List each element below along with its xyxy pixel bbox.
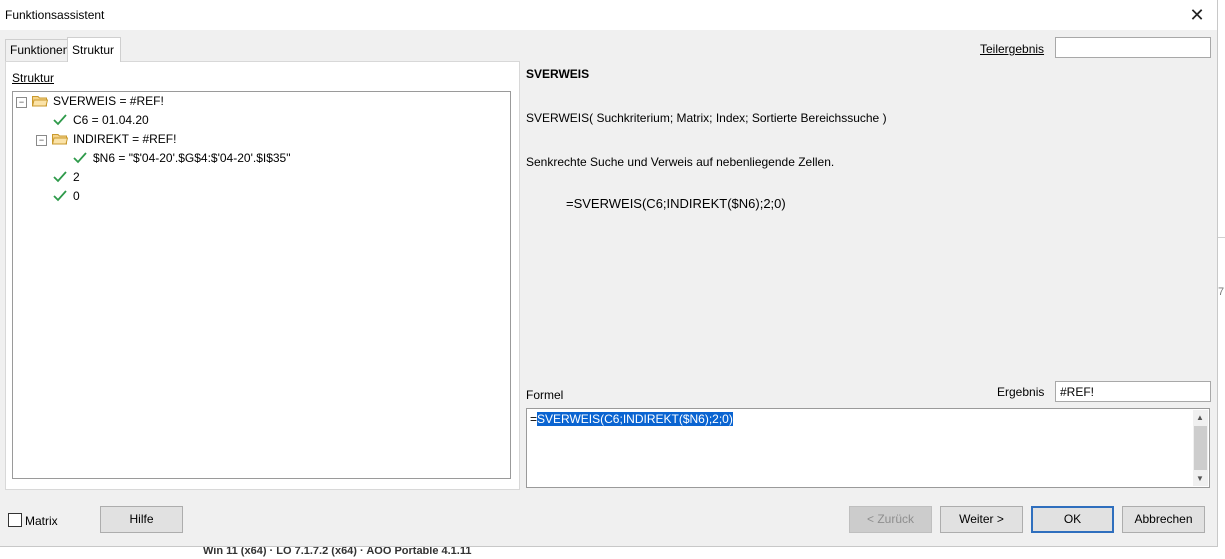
tree-item[interactable]: INDIREKT = #REF! — [73, 130, 176, 148]
ok-button[interactable]: OK — [1031, 506, 1114, 533]
function-wizard-dialog: Funktionsassistent ✕ Funktionen Struktur… — [0, 0, 1218, 547]
abbrechen-button[interactable]: Abbrechen — [1122, 506, 1205, 533]
scrollbar-thumb[interactable] — [1194, 426, 1207, 470]
tree-item[interactable]: $N6 = "$'04-20'.$G$4:$'04-20'.$I$35" — [93, 149, 291, 167]
tree-item[interactable]: 0 — [73, 187, 80, 205]
collapse-icon[interactable]: − — [36, 135, 47, 146]
zurueck-button[interactable]: < Zurück — [849, 506, 932, 533]
formula-prefix: = — [530, 412, 538, 426]
scroll-up-icon[interactable]: ▲ — [1196, 413, 1204, 422]
folder-open-icon — [32, 96, 48, 107]
formula-text[interactable]: =SVERWEIS(C6;INDIREKT($N6);2;0) — [530, 412, 733, 426]
tab-funktionen[interactable]: Funktionen — [5, 39, 72, 61]
ergebnis-label-text: Ergebnis — [997, 385, 1045, 399]
function-name: SVERWEIS — [526, 67, 590, 81]
formula-editor[interactable]: =SVERWEIS(C6;INDIREKT($N6);2;0) ▲ ▼ — [526, 408, 1210, 488]
scroll-down-icon[interactable]: ▼ — [1196, 474, 1204, 483]
tree-item[interactable]: C6 = 01.04.20 — [73, 111, 149, 129]
hilfe-button[interactable]: Hilfe — [100, 506, 183, 533]
teilergebnis-label-text: Teilergebnis — [980, 42, 1045, 56]
check-icon — [53, 190, 67, 202]
teilergebnis-label: Teilergebnis — [980, 42, 1044, 56]
ergebnis-label: Ergebnis — [997, 385, 1044, 399]
structure-tree[interactable]: − SVERWEIS = #REF! C6 = 01.04.20 − INDIR… — [12, 91, 511, 479]
background-divider — [1217, 237, 1225, 238]
formel-label: Formel — [526, 388, 564, 402]
window-title: Funktionsassistent — [5, 8, 105, 22]
matrix-checkbox[interactable] — [8, 513, 22, 527]
structure-label: Struktur — [12, 71, 54, 85]
close-icon[interactable]: ✕ — [1185, 3, 1209, 27]
tree-item[interactable]: SVERWEIS = #REF! — [53, 92, 164, 110]
formula-selection: SVERWEIS(C6;INDIREKT($N6);2;0) — [537, 412, 733, 426]
function-syntax: SVERWEIS( Suchkriterium; Matrix; Index; … — [526, 111, 887, 125]
tab-struktur[interactable]: Struktur — [67, 37, 121, 62]
title-bar: Funktionsassistent ✕ — [0, 0, 1217, 30]
check-icon — [53, 114, 67, 126]
teilergebnis-field[interactable] — [1055, 37, 1211, 58]
function-description: Senkrechte Suche und Verweis auf nebenli… — [526, 155, 835, 169]
background-edge-fragment: 7 — [1218, 286, 1225, 298]
structure-label-text: Struktur — [12, 71, 55, 85]
tree-item[interactable]: 2 — [73, 168, 80, 186]
check-icon — [53, 171, 67, 183]
folder-open-icon — [52, 134, 68, 145]
formula-preview: =SVERWEIS(C6;INDIREKT($N6);2;0) — [566, 196, 786, 211]
weiter-button[interactable]: Weiter > — [940, 506, 1023, 533]
collapse-icon[interactable]: − — [16, 97, 27, 108]
formula-scrollbar[interactable]: ▲ ▼ — [1193, 410, 1208, 486]
matrix-label: Matrix — [25, 514, 58, 528]
ergebnis-field: #REF! — [1055, 381, 1211, 402]
check-icon — [73, 152, 87, 164]
